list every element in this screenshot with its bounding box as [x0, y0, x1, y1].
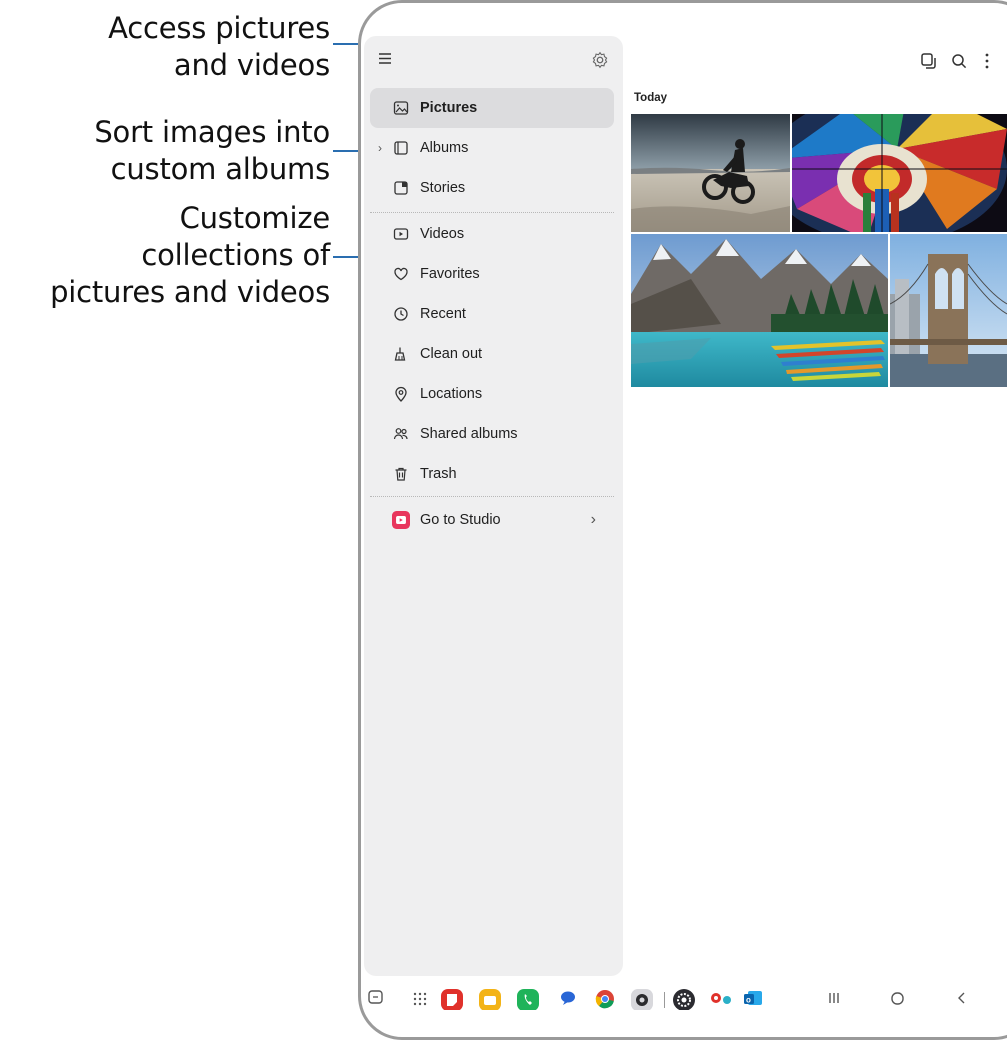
gear-icon[interactable]: [589, 49, 611, 71]
select-icon[interactable]: [918, 50, 940, 72]
settings-app-icon[interactable]: [672, 988, 696, 1010]
sidebar-item-label: Recent: [420, 306, 466, 322]
messages-app-icon[interactable]: [558, 988, 578, 1008]
recent-apps-panel-icon[interactable]: [366, 988, 386, 1008]
picture-icon: [392, 99, 410, 117]
sidebar-item-label: Albums: [420, 140, 469, 156]
sidebar-item-clean-out[interactable]: Clean out: [370, 334, 614, 374]
photo-thumbnail[interactable]: [890, 234, 1007, 387]
section-label-today: Today: [634, 92, 668, 104]
camera-app-icon[interactable]: [630, 988, 654, 1010]
stories-icon: [392, 179, 410, 197]
divider: [370, 212, 614, 213]
trash-icon: [392, 465, 410, 483]
drawer-header: [376, 48, 611, 72]
studio-icon: [392, 511, 410, 529]
photo-thumbnail[interactable]: [631, 234, 888, 387]
notes-app-icon[interactable]: [440, 988, 464, 1010]
recents-nav-icon[interactable]: [824, 988, 844, 1008]
album-icon: [392, 139, 410, 157]
bridge-photo: [890, 234, 1007, 387]
sidebar-item-label: Locations: [420, 386, 483, 402]
sidebar-item-recent[interactable]: Recent: [370, 294, 614, 334]
sidebar-item-albums[interactable]: › Albums: [370, 128, 614, 168]
svg-text:o: o: [746, 996, 751, 1005]
sidebar-item-label: Favorites: [420, 266, 480, 282]
more-options-icon[interactable]: [976, 50, 998, 72]
broom-icon: [392, 345, 410, 363]
sidebar-item-favorites[interactable]: Favorites: [370, 254, 614, 294]
callout-line: and videos: [173, 48, 330, 82]
sidebar-item-label: Go to Studio: [420, 512, 501, 528]
menu-icon[interactable]: [376, 48, 400, 72]
home-nav-icon[interactable]: [888, 988, 908, 1008]
stained-glass-photo: [792, 114, 1007, 232]
callout-stories: Customize collections of pictures and vi…: [50, 200, 330, 311]
gallery-screen: Pictures › Albums Stories Videos Favorit…: [364, 6, 1007, 1010]
mountain-lake-photo: [631, 234, 888, 387]
sidebar-item-label: Clean out: [420, 346, 483, 362]
clock-icon: [392, 305, 410, 323]
callout-line: Access pictures: [108, 11, 330, 45]
motorcycle-photo: [631, 114, 790, 232]
search-icon[interactable]: [948, 50, 970, 72]
sidebar-item-videos[interactable]: Videos: [370, 214, 614, 254]
phone-app-icon[interactable]: [516, 988, 540, 1010]
sidebar-item-trash[interactable]: Trash: [370, 454, 614, 494]
chevron-right-icon[interactable]: ›: [378, 141, 382, 155]
app-drawer-icon[interactable]: [410, 988, 430, 1008]
location-icon: [392, 385, 410, 403]
navigation-drawer: Pictures › Albums Stories Videos Favorit…: [364, 36, 623, 976]
sidebar-item-shared-albums[interactable]: Shared albums: [370, 414, 614, 454]
folder-app-icon[interactable]: [478, 988, 502, 1010]
go-to-studio-button[interactable]: Go to Studio ›: [370, 500, 614, 540]
callout-access-pictures: Access pictures and videos: [108, 10, 330, 84]
callout-line: collections of: [141, 238, 330, 272]
callout-line: Customize: [179, 201, 331, 235]
back-nav-icon[interactable]: [952, 988, 972, 1008]
photo-thumbnail[interactable]: [631, 114, 790, 232]
sidebar-item-label: Trash: [420, 466, 457, 482]
chrome-app-icon[interactable]: [594, 988, 616, 1010]
outlook-app-icon[interactable]: o: [742, 988, 764, 1008]
video-icon: [392, 225, 410, 243]
sidebar-item-stories[interactable]: Stories: [370, 168, 614, 208]
recent-app-pair-icon[interactable]: [710, 988, 734, 1008]
top-actions: [918, 50, 1007, 72]
sidebar-item-locations[interactable]: Locations: [370, 374, 614, 414]
people-icon: [392, 425, 410, 443]
callout-albums: Sort images into custom albums: [94, 114, 330, 188]
sidebar-item-label: Stories: [420, 180, 466, 196]
sidebar-item-label: Shared albums: [420, 426, 518, 442]
callout-line: Sort images into: [94, 115, 330, 149]
dock-divider: [664, 992, 665, 1008]
callout-line: pictures and videos: [50, 275, 330, 309]
photo-thumbnail[interactable]: [792, 114, 1007, 232]
sidebar-item-label: Videos: [420, 226, 465, 242]
sidebar-item-pictures[interactable]: Pictures: [370, 88, 614, 128]
chevron-right-icon: ›: [590, 511, 596, 528]
callout-line: custom albums: [110, 152, 331, 186]
sidebar-item-label: Pictures: [420, 100, 478, 116]
heart-icon: [392, 265, 410, 283]
taskbar: o: [364, 988, 1007, 1010]
divider: [370, 496, 614, 497]
